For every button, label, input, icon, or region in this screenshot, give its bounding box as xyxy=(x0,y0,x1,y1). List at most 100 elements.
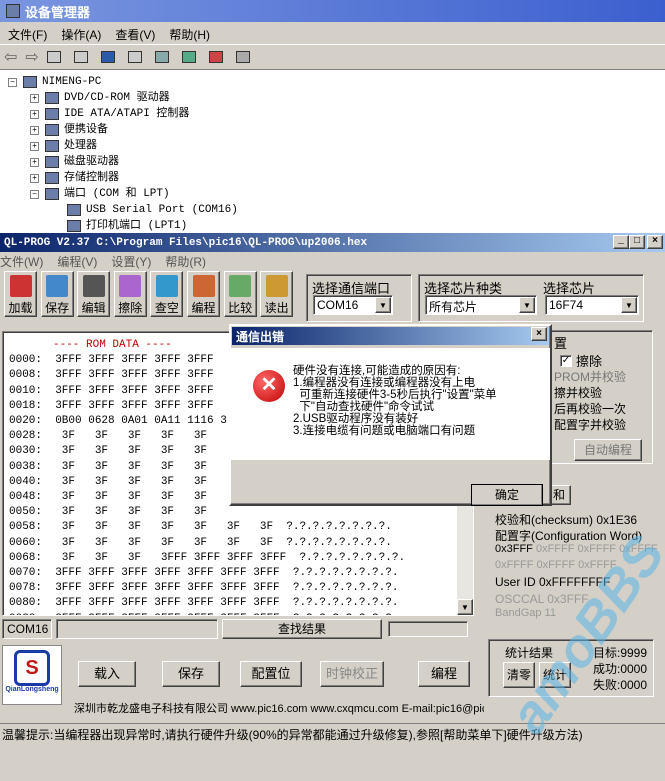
tree-item[interactable]: + 磁盘驱动器 xyxy=(8,154,657,170)
device-icon xyxy=(45,172,59,184)
stats-title: 统计结果 xyxy=(505,646,554,660)
find-results-button[interactable]: 查找结果 xyxy=(222,619,382,639)
stats-button[interactable]: 统计 xyxy=(539,662,571,688)
tree-item[interactable]: + 存储控制器 xyxy=(8,170,657,186)
option-text[interactable]: 擦并校验 xyxy=(554,384,602,401)
menu-action[interactable]: 操作(A) xyxy=(61,28,101,42)
menu-settings[interactable]: 设置(Y) xyxy=(111,255,151,269)
dialog-line: 3.连接电缆有问题或电脑端口有问题 xyxy=(293,425,476,437)
tool-button-4[interactable]: 查空 xyxy=(150,271,184,317)
forward-arrow-icon[interactable]: ⇨ xyxy=(25,47,38,67)
view-icon[interactable] xyxy=(127,51,142,63)
clear-button[interactable]: 清零 xyxy=(503,662,535,688)
company-info: 深圳市乾龙盛电子科技有限公司 www.pic16.com www.cxqmcu.… xyxy=(74,703,484,715)
tool-button-3[interactable]: 擦除 xyxy=(113,271,147,317)
device-icon xyxy=(67,204,81,216)
tree-item[interactable]: + 处理器 xyxy=(8,138,657,154)
dialog-close-button[interactable]: × xyxy=(531,327,547,341)
tool-icon xyxy=(119,275,142,297)
dialog-title: 通信出错 xyxy=(236,329,285,344)
device-manager-window: 设备管理器 文件(F) 操作(A) 查看(V) 帮助(H) ⇦ ⇨ − NIMENG-PC… xyxy=(0,0,665,234)
ok-button[interactable]: 确定 xyxy=(471,484,543,506)
tool-button-2[interactable]: 编辑 xyxy=(77,271,111,317)
tool-button-0[interactable]: 加载 xyxy=(4,271,37,317)
option-text[interactable]: PROM并校验 xyxy=(554,368,626,385)
update-driver-icon[interactable] xyxy=(181,51,196,63)
maximize-button[interactable]: □ xyxy=(629,235,645,249)
bottom-button-0[interactable]: 载入 xyxy=(78,661,136,687)
expand-icon[interactable]: + xyxy=(30,173,39,183)
tool-icon xyxy=(192,275,215,297)
list-icon[interactable] xyxy=(73,51,88,63)
tool-label: 加载 xyxy=(8,301,33,315)
expand-icon[interactable]: + xyxy=(30,157,39,167)
tree-item[interactable]: + IDE ATA/ATAPI 控制器 xyxy=(8,106,657,122)
tool-button-1[interactable]: 保存 xyxy=(40,271,74,317)
tree-item[interactable]: USB Serial Port (COM16) xyxy=(8,202,657,218)
tree-item[interactable]: + DVD/CD-ROM 驱动器 xyxy=(8,90,657,106)
error-dialog: 通信出错 × ✕ 硬件没有连接,可能造成的原因有: 1.编程器没有连接或编程器没有… xyxy=(229,324,552,506)
chevron-down-icon[interactable]: ▼ xyxy=(519,297,535,313)
expand-icon[interactable]: − xyxy=(8,77,17,87)
option-text[interactable]: 配置字并校验 xyxy=(554,416,626,433)
option-text[interactable]: 后再校验一次 xyxy=(554,400,626,417)
tree-item[interactable]: − NIMENG-PC xyxy=(8,74,657,90)
menu-file[interactable]: 文件(W) xyxy=(0,255,43,269)
port-select[interactable]: COM16 ▼ xyxy=(313,295,393,315)
chevron-down-icon[interactable]: ▼ xyxy=(621,297,637,313)
help-icon[interactable] xyxy=(100,51,115,63)
tree-item[interactable]: + 便携设备 xyxy=(8,122,657,138)
dialog-message: 硬件没有连接,可能造成的原因有: 1.编程器没有连接或编程器没有上电 可重新连接硬… xyxy=(293,365,497,438)
menu-help[interactable]: 帮助(R) xyxy=(165,255,206,269)
expand-icon[interactable]: + xyxy=(30,109,39,119)
chip-select[interactable]: 16F74 ▼ xyxy=(545,295,639,315)
tool-button-7[interactable]: 读出 xyxy=(260,271,294,317)
rom-line: 0080: 3FFF 3FFF 3FFF 3FFF 3FFF 3FFF 3FFF… xyxy=(9,597,399,610)
tool-button-6[interactable]: 比较 xyxy=(223,271,257,317)
expand-icon[interactable]: + xyxy=(30,125,39,135)
computer-icon xyxy=(6,4,20,18)
bottom-button-4[interactable]: 编程 xyxy=(418,661,470,687)
user-id: User ID 0xFFFFFFFF xyxy=(495,575,611,589)
back-arrow-icon[interactable]: ⇦ xyxy=(4,47,17,67)
device-icon xyxy=(45,124,59,136)
tree-item[interactable]: − 端口 (COM 和 LPT) xyxy=(8,186,657,202)
qlprog-titlebar: QL-PROG V2.37 C:\Program Files\pic16\QL-… xyxy=(0,233,665,252)
tool-icon xyxy=(229,275,252,297)
disable-icon[interactable] xyxy=(208,51,223,63)
minimize-button[interactable]: _ xyxy=(613,235,629,249)
device-icon xyxy=(45,108,59,120)
tree-item-label: 存储控制器 xyxy=(64,172,119,184)
device-manager-titlebar: 设备管理器 xyxy=(0,0,665,22)
auto-program-button[interactable]: 自动编程 xyxy=(574,439,642,461)
window-title: 设备管理器 xyxy=(25,4,91,20)
tool-button-5[interactable]: 编程 xyxy=(187,271,220,317)
chevron-down-icon[interactable]: ▼ xyxy=(375,297,391,313)
tool-label: 编程 xyxy=(191,301,216,315)
bottom-button-3[interactable]: 时钟校正 xyxy=(320,661,384,687)
bottom-button-1[interactable]: 保存 xyxy=(162,661,220,687)
close-button[interactable]: × xyxy=(647,235,663,249)
menu-program[interactable]: 编程(V) xyxy=(57,255,97,269)
chiptype-select[interactable]: 所有芯片 ▼ xyxy=(425,295,537,315)
scan-icon[interactable] xyxy=(154,51,169,63)
menu-view[interactable]: 查看(V) xyxy=(115,28,155,42)
device-icon xyxy=(23,76,37,88)
expand-icon[interactable]: + xyxy=(30,93,39,103)
logo-text: QianLongsheng xyxy=(5,686,59,693)
bottom-button-2[interactable]: 配置位 xyxy=(240,661,302,687)
properties-icon[interactable] xyxy=(46,51,61,63)
tree-item-label: 磁盘驱动器 xyxy=(64,156,119,168)
tree-item-label: 端口 (COM 和 LPT) xyxy=(64,188,170,200)
uninstall-icon[interactable] xyxy=(235,51,250,63)
tool-label: 保存 xyxy=(45,301,70,315)
dialog-body: ✕ 硬件没有连接,可能造成的原因有: 1.编程器没有连接或编程器没有上电 可重新连… xyxy=(231,348,550,460)
tool-icon xyxy=(46,275,69,297)
menu-help[interactable]: 帮助(H) xyxy=(169,28,210,42)
qlprog-menubar: 文件(W) 编程(V) 设置(Y) 帮助(R) xyxy=(0,252,665,270)
menu-file[interactable]: 文件(F) xyxy=(8,28,47,42)
expand-icon[interactable]: + xyxy=(30,141,39,151)
scroll-down-arrow[interactable]: ▼ xyxy=(457,599,473,615)
expand-icon[interactable]: − xyxy=(30,189,39,199)
rom-line: 0060: 3F 3F 3F 3F 3F 3F 3F ?.?.?.?.?.?.?… xyxy=(9,536,392,549)
